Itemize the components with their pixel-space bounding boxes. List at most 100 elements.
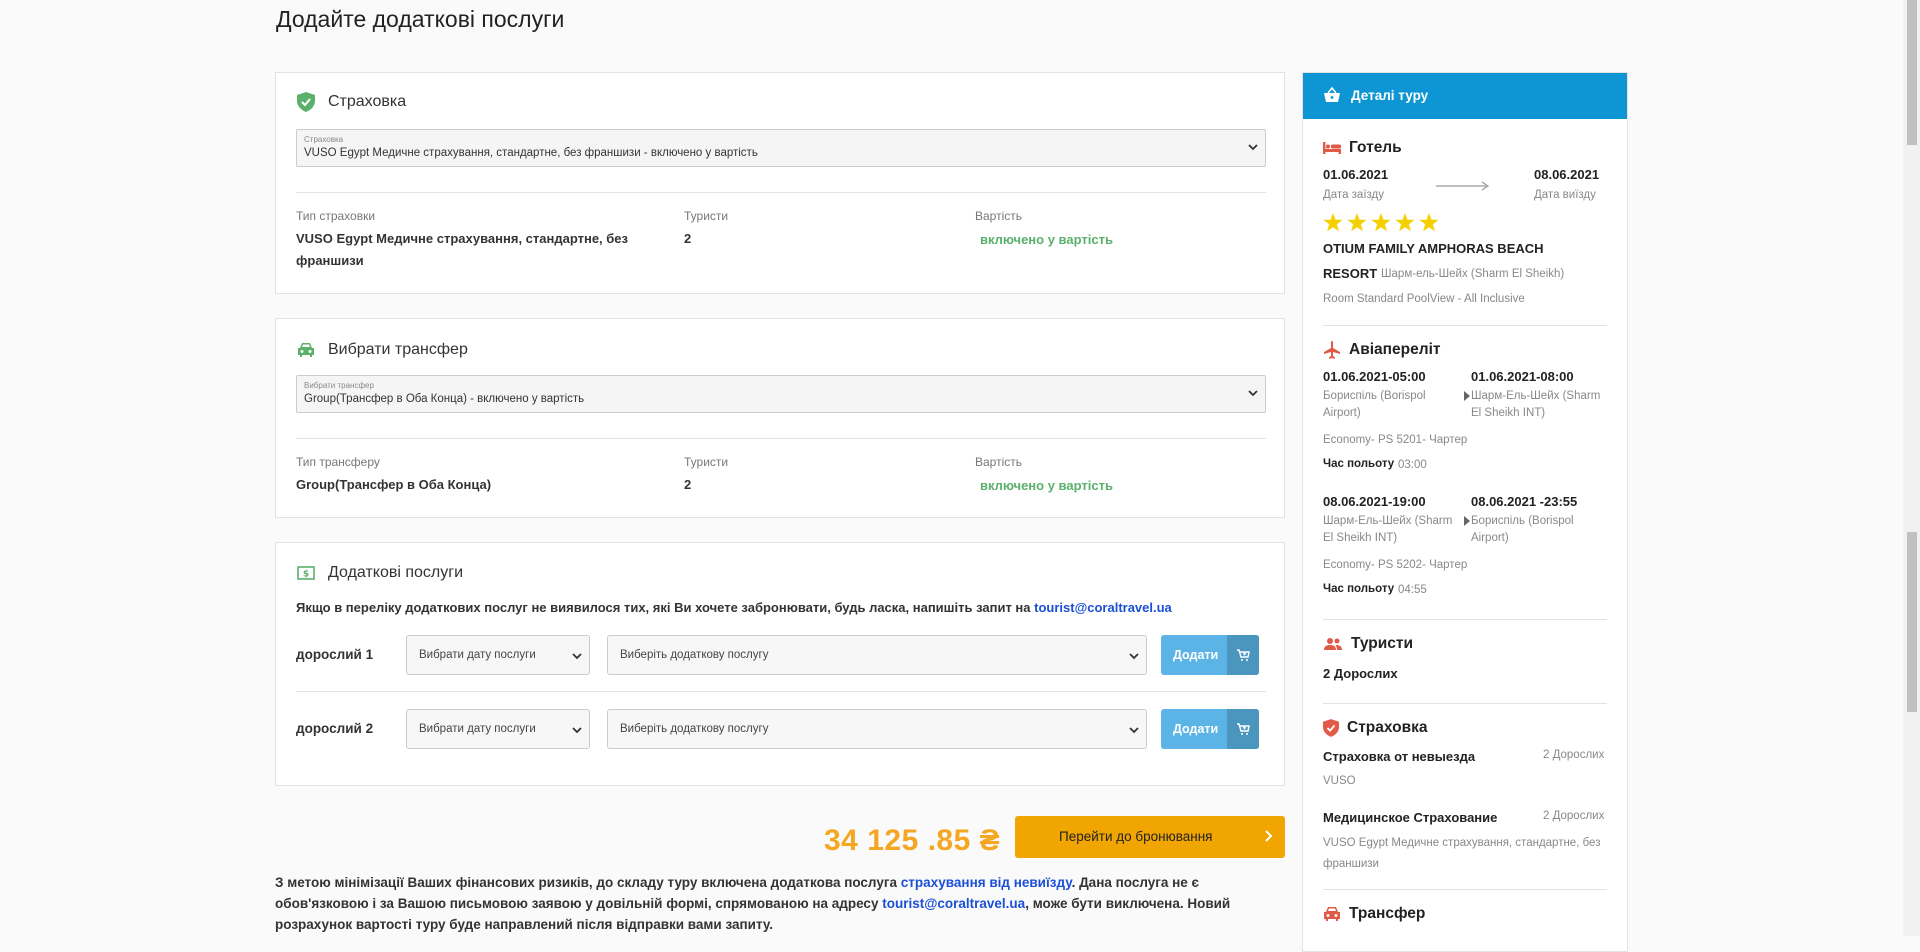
plane-icon xyxy=(1324,341,1340,359)
divider xyxy=(296,438,1266,439)
car-icon xyxy=(1324,907,1340,921)
hotel-stars xyxy=(1323,213,1439,232)
svg-text:$: $ xyxy=(303,570,309,580)
chevron-right-icon xyxy=(1265,830,1273,842)
return-arrival-time: 08.06.2021 -23:55 xyxy=(1471,494,1578,509)
transfer-cost-head: Вартість xyxy=(975,455,1022,469)
outbound-class: Economy- PS 5201- Чартер xyxy=(1323,434,1468,446)
shield-check-icon xyxy=(1323,719,1339,737)
divider xyxy=(1323,619,1607,620)
service-select[interactable]: Виберіть додаткову послугу xyxy=(607,635,1147,675)
shield-check-icon xyxy=(296,92,316,112)
flight-title-text: Авіапереліт xyxy=(1349,341,1441,358)
basket-icon xyxy=(1323,86,1341,107)
service-date-select[interactable]: Вибрати дату послуги xyxy=(406,635,590,675)
insurance-card-title: Страховка xyxy=(296,92,406,112)
divider xyxy=(1323,889,1607,890)
go-to-booking-button[interactable]: Перейти до бронювання xyxy=(1015,816,1285,858)
insurance-item-count: 2 Дорослих xyxy=(1543,810,1605,822)
star-icon xyxy=(1419,213,1439,232)
checkout-date: 08.06.2021 xyxy=(1534,167,1600,182)
star-icon xyxy=(1347,213,1367,232)
service-date-select[interactable]: Вибрати дату послуги xyxy=(406,709,590,749)
extras-email-link[interactable]: tourist@coraltravel.ua xyxy=(1034,600,1172,615)
insurance-tourists-value: 2 xyxy=(684,231,692,246)
transfer-select-label: Вибрати трансфер xyxy=(304,381,374,390)
insurance-section-title: Страховка xyxy=(1323,719,1427,737)
tour-details-header: Деталі туру xyxy=(1303,73,1627,119)
caret-right-icon xyxy=(1464,391,1470,401)
hotel-title-text: Готель xyxy=(1349,139,1402,156)
insurance-card: Страховка Страховка VUSO Egypt Медичне с… xyxy=(275,72,1285,294)
transfer-tourists-head: Туристи xyxy=(684,455,729,469)
total-price: 34 125 .85 ₴ xyxy=(824,824,1001,857)
divider xyxy=(1323,703,1607,704)
outbound-departure-time: 01.06.2021-05:00 xyxy=(1323,369,1426,384)
insurance-title-text: Страховка xyxy=(328,93,407,110)
divider xyxy=(1323,325,1607,326)
chevron-down-icon xyxy=(1248,144,1258,151)
service-select[interactable]: Виберіть додаткову послугу xyxy=(607,709,1147,749)
disclaimer-email-link[interactable]: tourist@coraltravel.ua xyxy=(882,896,1025,911)
chevron-down-icon xyxy=(1248,390,1258,397)
page-title: Додайте додаткові послуги xyxy=(276,6,565,32)
service-date-placeholder: Вибрати дату послуги xyxy=(419,723,536,735)
add-service-button[interactable]: Додати xyxy=(1161,709,1259,749)
insurance-summary-title: Страховка xyxy=(1347,719,1428,736)
users-icon xyxy=(1324,638,1342,650)
insurance-item-name: Медицинское Страхование xyxy=(1323,810,1498,825)
hotel-section-title: Готель xyxy=(1323,139,1402,157)
book-button-label: Перейти до бронювання xyxy=(1059,829,1213,844)
extras-note: Якщо в переліку додаткових послуг не вия… xyxy=(296,600,1172,615)
add-button-label: Додати xyxy=(1173,648,1219,662)
transfer-select-value: Group(Трансфер в Оба Конца) - включено у… xyxy=(304,393,585,405)
transfer-type-value: Group(Трансфер в Оба Конца) xyxy=(296,477,492,492)
hotel-room: Room Standard PoolView - All Inclusive xyxy=(1323,293,1525,305)
scrollbar-thumb[interactable] xyxy=(1907,532,1917,712)
insurance-select-value: VUSO Egypt Медичне страхування, стандарт… xyxy=(304,147,758,159)
hotel-name-cont: RESORT xyxy=(1323,266,1378,281)
insurance-item-count: 2 Дорослих xyxy=(1543,749,1605,761)
disclaimer-text: З метою мінімізації Ваших фінансових риз… xyxy=(275,872,1285,935)
insurance-item-provider: VUSO xyxy=(1323,775,1356,787)
transfer-select[interactable]: Вибрати трансфер Group(Трансфер в Оба Ко… xyxy=(296,375,1266,413)
star-icon xyxy=(1395,213,1415,232)
flight-duration-label: Час польоту xyxy=(1323,458,1395,470)
insurance-select[interactable]: Страховка VUSO Egypt Медичне страхування… xyxy=(296,129,1266,167)
checkout-label: Дата виїзду xyxy=(1534,189,1596,201)
tourists-section-title: Туристи xyxy=(1323,635,1413,653)
tourists-title-text: Туристи xyxy=(1351,635,1414,652)
return-class: Economy- PS 5202- Чартер xyxy=(1323,559,1468,571)
non-departure-insurance-link[interactable]: страхування від невиїзду xyxy=(901,875,1072,890)
hotel-name: OTIUM FAMILY AMPHORAS BEACH xyxy=(1323,241,1544,256)
return-departure-place: Шарм-Ель-Шейх (Sharm El Sheikh INT) xyxy=(1323,515,1453,544)
chevron-down-icon xyxy=(572,653,582,660)
add-service-button[interactable]: Додати xyxy=(1161,635,1259,675)
service-placeholder: Виберіть додаткову послугу xyxy=(620,649,769,661)
transfer-cost-value: включено у вартість xyxy=(980,478,1113,493)
cart-icon xyxy=(1227,635,1259,675)
transfer-type-head: Тип трансферу xyxy=(296,455,380,469)
return-duration: 04:55 xyxy=(1398,584,1427,596)
tour-details-panel: Деталі туру Готель 01.06.2021 Дата заїзд… xyxy=(1302,72,1628,952)
insurance-item-name: Страховка от невыезда xyxy=(1323,749,1476,764)
star-icon xyxy=(1371,213,1391,232)
scrollbar-thumb[interactable] xyxy=(1907,0,1917,145)
outbound-arrival-time: 01.06.2021-08:00 xyxy=(1471,369,1574,384)
page-scrollbar[interactable] xyxy=(1903,0,1920,936)
return-departure-time: 08.06.2021-19:00 xyxy=(1323,494,1426,509)
extras-card-title: $ Додаткові послуги xyxy=(296,563,463,583)
insurance-type-value: VUSO Egypt Медичне страхування, стандарт… xyxy=(296,231,628,268)
arrow-right-icon xyxy=(1436,181,1490,191)
insurance-select-label: Страховка xyxy=(304,135,344,144)
checkin-date: 01.06.2021 xyxy=(1323,167,1389,182)
star-icon xyxy=(1323,213,1343,232)
flight-duration-label: Час польоту xyxy=(1323,583,1395,595)
extras-note-text: Якщо в переліку додаткових послуг не вия… xyxy=(296,600,1035,615)
insurance-type-head: Тип страховки xyxy=(296,209,376,223)
extras-title-text: Додаткові послуги xyxy=(328,564,464,581)
chevron-down-icon xyxy=(572,727,582,734)
hotel-location: Шарм-ель-Шейх (Sharm El Sheikh) xyxy=(1381,268,1565,280)
service-date-placeholder: Вибрати дату послуги xyxy=(419,649,536,661)
transfer-card: Вибрати трансфер Вибрати трансфер Group(… xyxy=(275,318,1285,518)
